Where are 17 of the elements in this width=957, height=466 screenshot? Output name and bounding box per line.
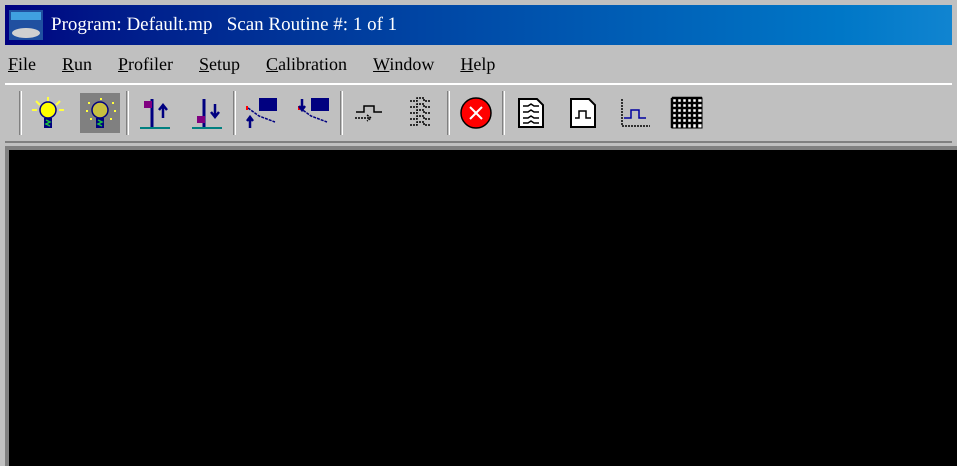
stop-icon: [459, 96, 493, 130]
menu-item[interactable]: Setup: [199, 50, 240, 78]
grid-icon: [670, 96, 704, 130]
light-bulb-icon: [83, 96, 117, 130]
scan-icon: [245, 96, 279, 130]
toolbar-button[interactable]: [80, 93, 120, 133]
window-title: Program: Default.mp Scan Routine #: 1 of 1: [51, 12, 398, 37]
menu-item[interactable]: Help: [460, 50, 496, 78]
menu-item[interactable]: File: [8, 50, 36, 78]
menu-item[interactable]: Profiler: [118, 50, 174, 78]
menu-item[interactable]: Run: [62, 50, 92, 78]
app-icon: [9, 10, 43, 40]
probe-icon: [190, 96, 224, 130]
menu-item[interactable]: Window: [373, 50, 434, 78]
light-bulb-icon: [31, 96, 65, 130]
probe-icon: [138, 96, 172, 130]
menu-item[interactable]: Calibration: [266, 50, 348, 78]
